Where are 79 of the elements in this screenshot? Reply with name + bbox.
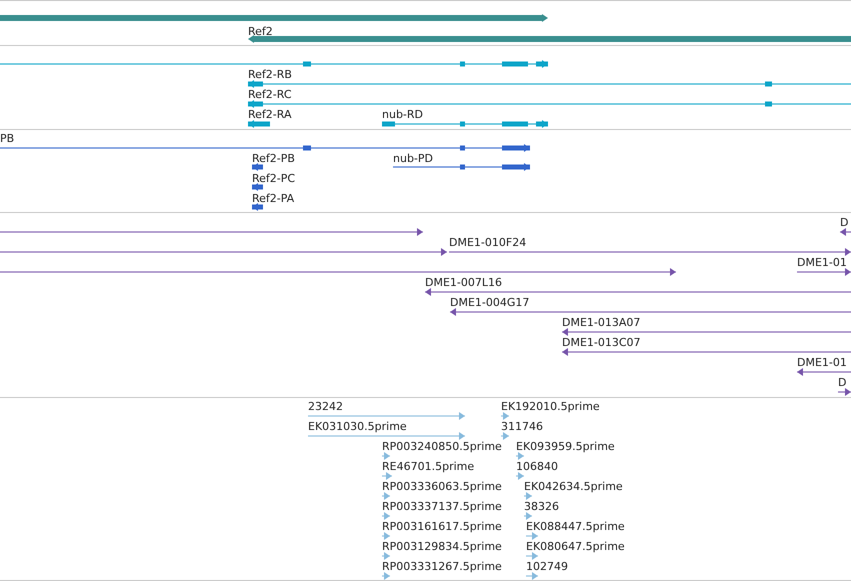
feature-label: 106840 bbox=[516, 460, 558, 473]
est-glyph[interactable] bbox=[382, 532, 390, 540]
feature-label: RP003337137.5prime bbox=[382, 500, 502, 513]
feature-label: D bbox=[838, 376, 846, 389]
feature-label: DME1-013A07 bbox=[562, 316, 640, 329]
est-glyph[interactable] bbox=[382, 552, 390, 560]
feature-label: EK192010.5prime bbox=[501, 400, 600, 413]
transcript-glyph[interactable] bbox=[248, 120, 270, 128]
gene-bar[interactable] bbox=[0, 14, 548, 22]
est-glyph[interactable] bbox=[308, 432, 465, 440]
feature-label: EK042634.5prime bbox=[524, 480, 623, 493]
feature-label: DME1-004G17 bbox=[450, 296, 530, 309]
est-glyph[interactable] bbox=[382, 492, 390, 500]
protein-glyph[interactable] bbox=[252, 183, 263, 191]
gene-bar[interactable] bbox=[248, 35, 851, 43]
feature-label: Ref2-PB bbox=[252, 152, 295, 165]
clone-glyph[interactable] bbox=[562, 348, 851, 356]
clone-glyph[interactable] bbox=[838, 388, 851, 396]
feature-label: Ref2-PC bbox=[252, 172, 296, 185]
clone-glyph[interactable] bbox=[840, 228, 851, 236]
feature-label: PB bbox=[0, 132, 14, 145]
protein-glyph[interactable] bbox=[252, 203, 263, 211]
feature-label: 311746 bbox=[501, 420, 543, 433]
feature-label: RP003240850.5prime bbox=[382, 440, 502, 453]
clone-glyph[interactable] bbox=[0, 228, 423, 236]
clone-glyph[interactable] bbox=[449, 248, 851, 256]
feature-label: Ref2-PA bbox=[252, 192, 294, 205]
est-glyph[interactable] bbox=[516, 472, 524, 480]
clone-glyph[interactable] bbox=[425, 288, 851, 296]
est-glyph[interactable] bbox=[382, 572, 390, 580]
feature-label: RP003129834.5prime bbox=[382, 540, 502, 553]
protein-glyph[interactable] bbox=[393, 163, 530, 171]
est-glyph[interactable] bbox=[526, 532, 538, 540]
feature-label: RP003161617.5prime bbox=[382, 520, 502, 533]
protein-glyph[interactable] bbox=[252, 163, 263, 171]
feature-label: 23242 bbox=[308, 400, 343, 413]
feature-label: RE46701.5prime bbox=[382, 460, 474, 473]
est-glyph[interactable] bbox=[382, 472, 392, 480]
est-glyph[interactable] bbox=[501, 412, 509, 420]
feature-label: EK093959.5prime bbox=[516, 440, 615, 453]
feature-label: Ref2-RC bbox=[248, 88, 292, 101]
est-glyph[interactable] bbox=[382, 512, 390, 520]
feature-label: Ref2-RA bbox=[248, 108, 292, 121]
transcript-glyph[interactable] bbox=[248, 100, 851, 108]
transcript-glyph[interactable] bbox=[0, 60, 548, 68]
est-glyph[interactable] bbox=[526, 572, 538, 580]
feature-label: nub-PD bbox=[393, 152, 433, 165]
est-glyph[interactable] bbox=[501, 432, 509, 440]
protein-glyph[interactable] bbox=[0, 144, 530, 152]
est-glyph[interactable] bbox=[524, 512, 532, 520]
feature-label: Ref2-RB bbox=[248, 68, 292, 81]
clone-glyph[interactable] bbox=[562, 328, 851, 336]
transcript-glyph[interactable] bbox=[382, 120, 548, 128]
est-glyph[interactable] bbox=[526, 552, 538, 560]
feature-label: Ref2 bbox=[248, 25, 273, 38]
clone-glyph[interactable] bbox=[797, 368, 851, 376]
est-glyph[interactable] bbox=[524, 492, 532, 500]
est-glyph[interactable] bbox=[516, 452, 524, 460]
feature-label: DME1-01 bbox=[797, 256, 847, 269]
transcript-glyph[interactable] bbox=[248, 80, 851, 88]
feature-label: EK031030.5prime bbox=[308, 420, 407, 433]
feature-label: D bbox=[840, 216, 848, 229]
clone-glyph[interactable] bbox=[0, 268, 676, 276]
clone-glyph[interactable] bbox=[450, 308, 851, 316]
feature-label: DME1-007L16 bbox=[425, 276, 502, 289]
est-glyph[interactable] bbox=[308, 412, 465, 420]
est-glyph[interactable] bbox=[382, 452, 390, 460]
feature-label: EK088447.5prime bbox=[526, 520, 625, 533]
clone-glyph[interactable] bbox=[797, 268, 851, 276]
clone-glyph[interactable] bbox=[0, 248, 447, 256]
feature-label: DME1-01 bbox=[797, 356, 847, 369]
feature-label: 38326 bbox=[524, 500, 559, 513]
feature-label: DME1-010F24 bbox=[449, 236, 526, 249]
feature-label: 102749 bbox=[526, 560, 568, 573]
feature-label: DME1-013C07 bbox=[562, 336, 641, 349]
feature-label: RP003336063.5prime bbox=[382, 480, 502, 493]
feature-label: EK080647.5prime bbox=[526, 540, 625, 553]
feature-label: nub-RD bbox=[382, 108, 424, 121]
feature-label: RP003331267.5prime bbox=[382, 560, 502, 573]
